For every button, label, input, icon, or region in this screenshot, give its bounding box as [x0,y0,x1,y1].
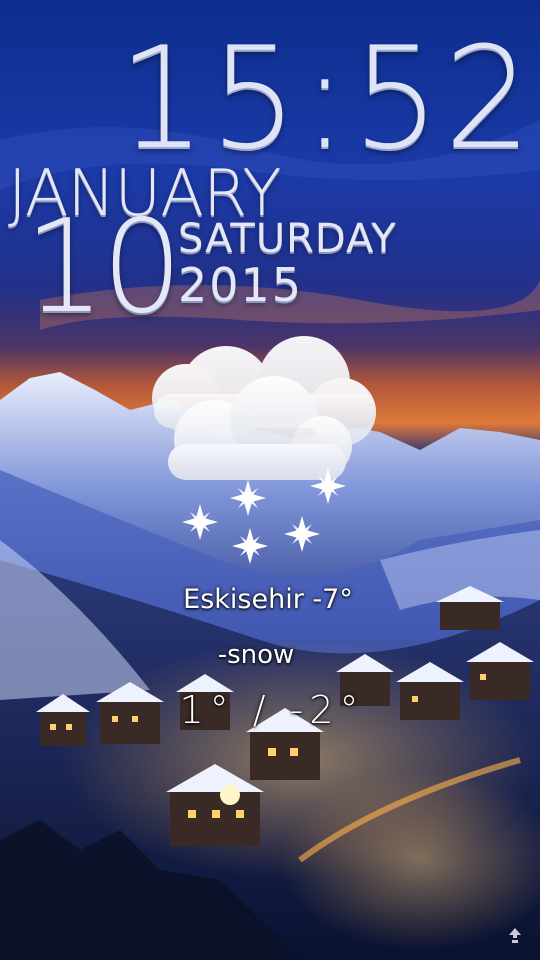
date-weekday: SATURDAY [178,216,397,262]
unlock-arrow-icon[interactable] [508,928,522,944]
weather-location-temperature: Eskisehir -7° [183,584,353,615]
cloud-snow-icon [152,336,376,564]
weather-condition: -snow [217,640,295,670]
date-year: 2015 [178,258,304,312]
weather-temperature-range: 1° / -2° [179,688,365,732]
date-day: 10 [24,193,183,342]
clock-time: 15:52 [118,16,536,181]
